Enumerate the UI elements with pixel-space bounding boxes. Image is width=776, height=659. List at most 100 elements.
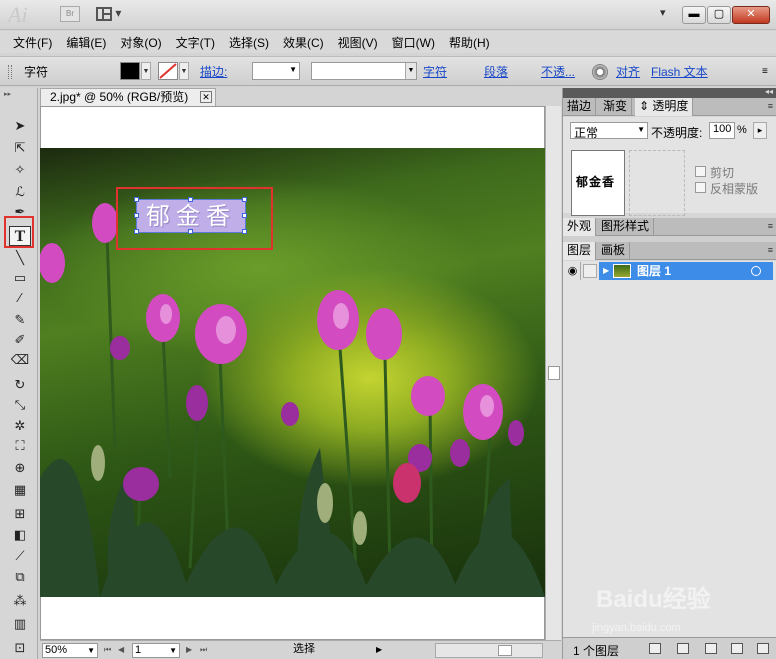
direct-selection-tool-icon[interactable]: ⇱ — [9, 138, 31, 158]
menu-object[interactable]: 对象(O) — [113, 34, 168, 51]
zoom-field[interactable]: 50% ▼ — [42, 643, 98, 658]
close-icon[interactable]: ✕ — [200, 91, 212, 103]
clip-checkbox[interactable] — [695, 166, 706, 177]
menu-type[interactable]: 文字(T) — [169, 34, 222, 51]
new-sublayer-icon[interactable] — [705, 643, 717, 654]
visibility-eye-icon[interactable]: ◉ — [565, 262, 581, 280]
bounding-box-handle[interactable] — [134, 213, 139, 218]
gradient-tool-icon[interactable]: ◧ — [9, 525, 31, 545]
control-bar-menu-icon[interactable]: ≡ — [762, 57, 768, 87]
stroke-weight-field[interactable]: ▼ — [252, 62, 300, 80]
warp-tool-icon[interactable]: ✲ — [9, 416, 31, 436]
vertical-scroll-thumb[interactable] — [548, 366, 560, 380]
stroke-link[interactable]: 描边: — [200, 57, 227, 87]
panel-collapse-icon[interactable]: ▸▸ — [4, 90, 34, 98]
next-artboard-icon[interactable]: ▶ — [186, 644, 194, 656]
bounding-box-handle[interactable] — [134, 229, 139, 234]
tab-appearance[interactable]: 外观 — [563, 218, 597, 236]
rotate-tool-icon[interactable]: ↻ — [9, 375, 31, 395]
arrange-documents-button[interactable]: ▾ — [96, 6, 128, 22]
bridge-button[interactable]: Br — [60, 6, 80, 22]
rectangle-tool-icon[interactable]: ▭ — [9, 268, 31, 288]
line-tool-icon[interactable]: ╲ — [9, 248, 31, 268]
menu-select[interactable]: 选择(S) — [222, 34, 276, 51]
panel-menu-icon[interactable]: ≡ — [768, 221, 773, 231]
selected-text-object[interactable]: 郁金香 — [136, 199, 246, 233]
previous-artboard-icon[interactable]: ◀ — [118, 644, 126, 656]
minimize-button[interactable]: ▬ — [682, 6, 706, 24]
menu-help[interactable]: 帮助(H) — [442, 34, 497, 51]
tab-layers[interactable]: 图层 — [563, 242, 597, 260]
lock-toggle[interactable] — [583, 264, 597, 278]
recolor-icon[interactable] — [592, 64, 608, 80]
tab-transparency[interactable]: ⇕ 透明度 — [635, 98, 694, 116]
selection-tool-icon[interactable]: ➤ — [9, 116, 31, 136]
menu-edit[interactable]: 编辑(E) — [59, 34, 113, 51]
tab-artboards[interactable]: 画板 — [597, 242, 631, 260]
bounding-box-handle[interactable] — [242, 229, 247, 234]
scale-tool-icon[interactable]: ⤡ — [9, 395, 31, 415]
tab-stroke[interactable]: 描边 — [563, 98, 597, 116]
blob-brush-tool-icon[interactable]: ✐ — [9, 330, 31, 350]
mesh-tool-icon[interactable]: ⊞ — [9, 504, 31, 524]
symbol-sprayer-tool-icon[interactable]: ⁂ — [9, 591, 31, 611]
collapse-icon[interactable]: ◂◂ — [765, 87, 773, 96]
eyedropper-tool-icon[interactable]: ⟋ — [9, 546, 31, 566]
pencil-tool-icon[interactable]: ✎ — [9, 310, 31, 330]
menu-effect[interactable]: 效果(C) — [276, 34, 331, 51]
bounding-box-handle[interactable] — [188, 229, 193, 234]
make-clipping-mask-icon[interactable] — [677, 643, 689, 654]
menu-file[interactable]: 文件(F) — [6, 34, 59, 51]
bounding-box-handle[interactable] — [242, 213, 247, 218]
panel-menu-icon[interactable]: ≡ — [768, 245, 773, 255]
close-button[interactable]: ✕ — [732, 6, 770, 24]
layer-row[interactable]: ◉ ▶ 图层 1 — [563, 262, 776, 280]
blend-mode-select[interactable]: 正常 ▼ — [570, 122, 648, 140]
shape-builder-tool-icon[interactable]: ⊕ — [9, 458, 31, 478]
align-link[interactable]: 对齐 — [616, 57, 640, 87]
font-family-field[interactable]: ▼ — [311, 62, 417, 80]
opacity-input[interactable]: 100 — [709, 122, 735, 139]
locate-object-icon[interactable] — [649, 643, 661, 654]
stroke-dropdown-icon[interactable]: ▼ — [179, 62, 189, 80]
free-transform-tool-icon[interactable]: ⛶ — [9, 436, 31, 456]
blend-tool-icon[interactable]: ⧉ — [9, 567, 31, 587]
menu-view[interactable]: 视图(V) — [331, 34, 385, 51]
column-graph-tool-icon[interactable]: ▥ — [9, 614, 31, 634]
vertical-scrollbar[interactable] — [545, 106, 561, 640]
opacity-mask-thumbnail[interactable]: 郁金香 — [571, 150, 625, 216]
first-artboard-icon[interactable]: ⏮ — [104, 644, 112, 656]
workspace-dropdown-icon[interactable]: ▾ — [660, 6, 676, 24]
panel-dock-header[interactable]: ◂◂ — [563, 87, 776, 98]
artboard-tool-icon[interactable]: ⊡ — [9, 638, 31, 658]
eraser-tool-icon[interactable]: ⌫ — [9, 350, 31, 370]
menu-window[interactable]: 窗口(W) — [385, 34, 442, 51]
lasso-tool-icon[interactable]: ℒ — [9, 182, 31, 202]
expand-triangle-icon[interactable]: ▶ — [603, 262, 609, 280]
horizontal-scrollbar[interactable] — [435, 643, 543, 658]
layer-item[interactable]: ▶ 图层 1 — [599, 262, 773, 280]
bounding-box-handle[interactable] — [242, 197, 247, 202]
opacity-link[interactable]: 不透... — [541, 57, 575, 87]
bounding-box-handle[interactable] — [188, 197, 193, 202]
status-readout[interactable]: 选择 — [220, 643, 388, 658]
bounding-box-handle[interactable] — [134, 197, 139, 202]
maximize-button[interactable]: ▢ — [707, 6, 731, 24]
control-bar-grip[interactable] — [8, 65, 12, 79]
flash-text-link[interactable]: Flash 文本 — [651, 57, 708, 87]
character-link[interactable]: 字符 — [423, 57, 447, 87]
fill-color-swatch[interactable] — [120, 62, 140, 80]
artboard-field[interactable]: 1 ▼ — [132, 643, 180, 658]
tab-gradient[interactable]: 渐变 — [599, 98, 633, 116]
panel-menu-icon[interactable]: ≡ — [768, 101, 773, 111]
stroke-color-swatch[interactable] — [158, 62, 178, 80]
paintbrush-tool-icon[interactable]: ⁄ — [9, 288, 31, 308]
paragraph-link[interactable]: 段落 — [484, 57, 508, 87]
delete-layer-icon[interactable] — [757, 643, 769, 654]
layer-target-icon[interactable] — [751, 266, 761, 276]
document-tab[interactable]: 2.jpg* @ 50% (RGB/预览) ✕ — [40, 88, 216, 106]
fill-dropdown-icon[interactable]: ▼ — [141, 62, 151, 80]
magic-wand-tool-icon[interactable]: ✧ — [9, 160, 31, 180]
perspective-grid-tool-icon[interactable]: ▦ — [9, 480, 31, 500]
tab-graphic-styles[interactable]: 图形样式 — [597, 218, 655, 236]
